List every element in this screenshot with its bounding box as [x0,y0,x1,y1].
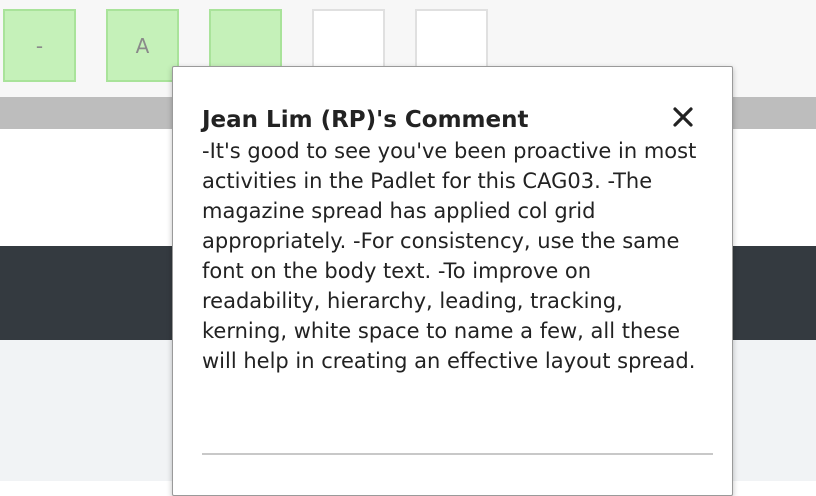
close-button[interactable] [668,102,698,132]
comment-modal: Jean Lim (RP)'s Comment -It's good to se… [172,66,733,496]
comment-body: -It's good to see you've been proactive … [202,139,697,373]
comment-title: Jean Lim (RP)'s Comment [202,107,529,133]
grade-cell-label: - [35,33,44,58]
close-icon [673,107,693,127]
divider [202,453,713,455]
grade-cell-2[interactable]: A [106,9,179,82]
grade-cell-label: A [135,33,150,58]
grade-cell-1[interactable]: - [3,9,76,82]
